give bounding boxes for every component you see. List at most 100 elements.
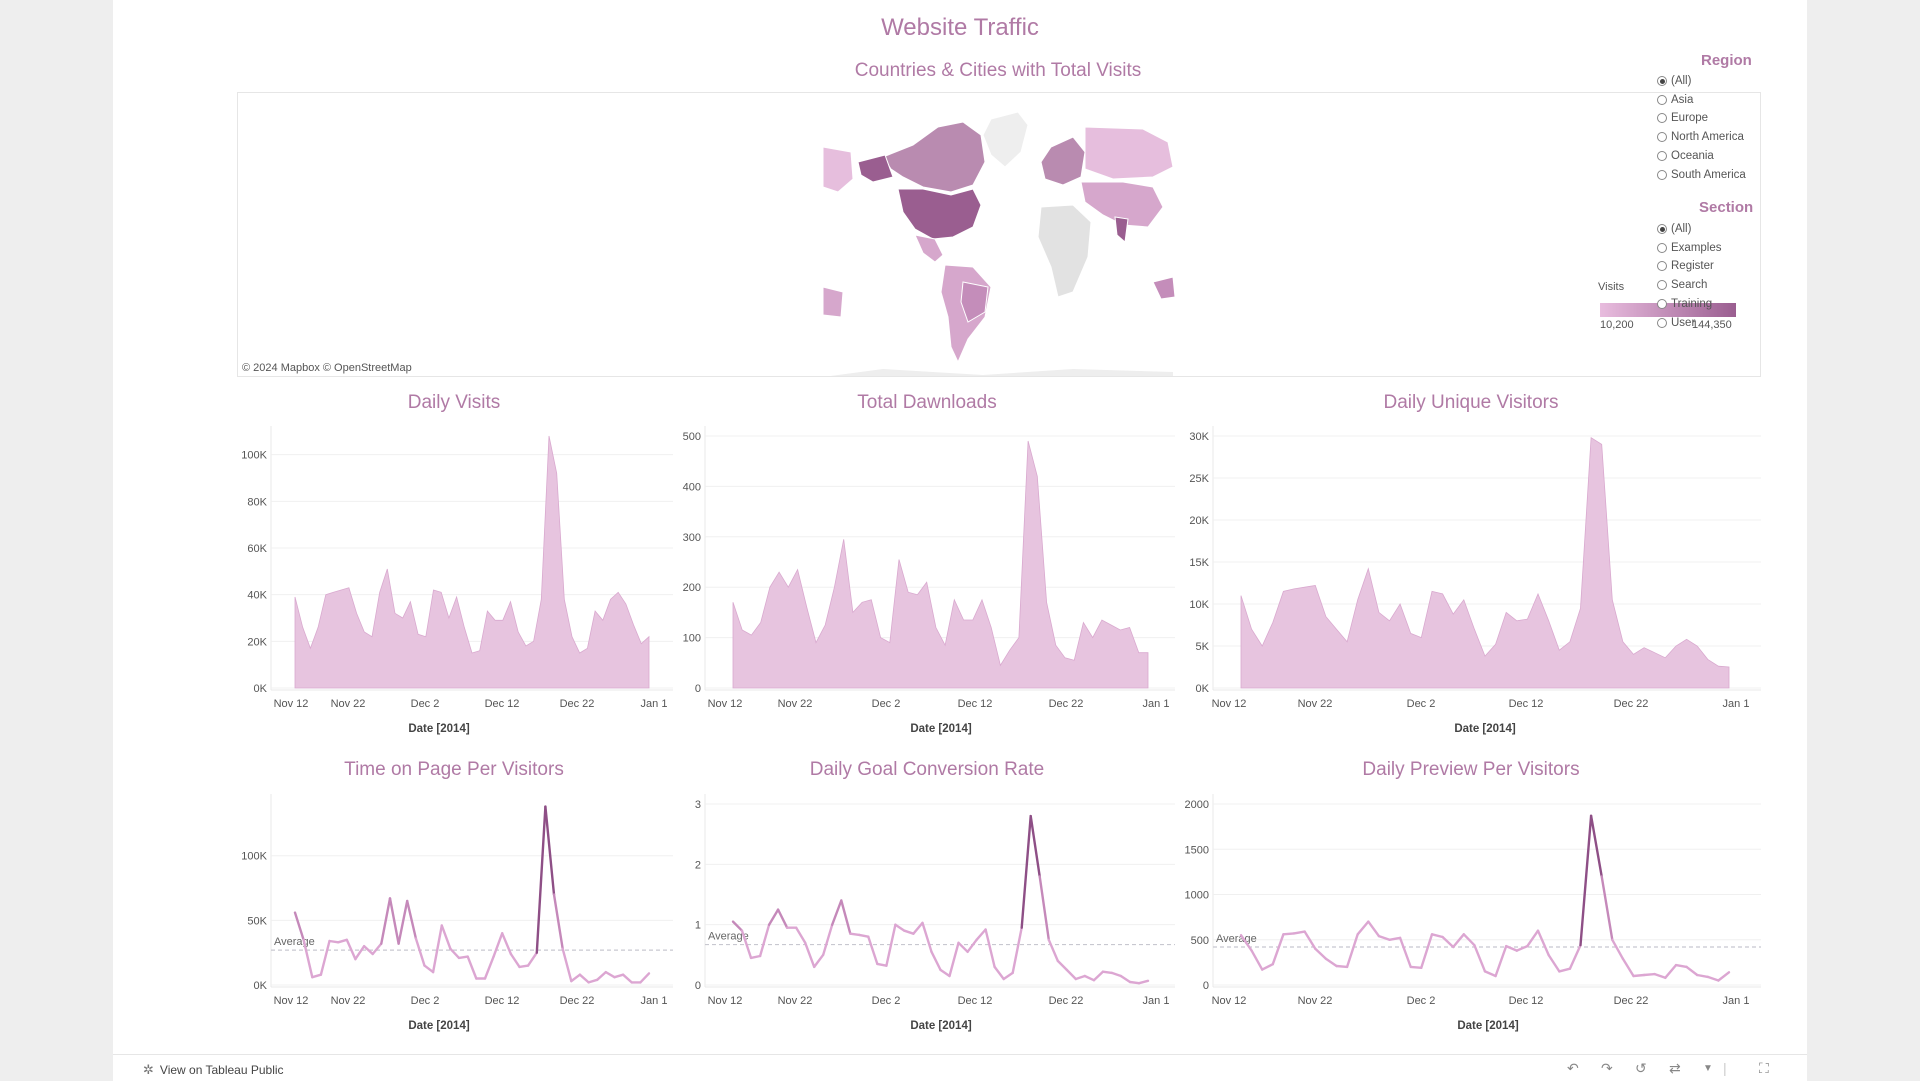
- revert-icon[interactable]: ↺: [1635, 1060, 1647, 1077]
- y-tick-label: 60K: [247, 543, 267, 555]
- line-segment: [1708, 977, 1719, 981]
- line-segment: [1400, 938, 1411, 967]
- dashboard-canvas: Website Traffic Countries & Cities with …: [113, 0, 1807, 1080]
- line-segment: [425, 966, 434, 973]
- x-tick-label: Nov 12: [274, 995, 309, 1007]
- line-segment: [1655, 974, 1666, 978]
- fullscreen-icon[interactable]: ⛶: [1759, 1060, 1769, 1077]
- line-segment: [1443, 937, 1454, 947]
- y-tick-label: 80K: [247, 496, 267, 508]
- x-tick-label: Dec 2: [1407, 995, 1436, 1007]
- y-tick-label: 25K: [1189, 473, 1209, 485]
- x-tick-label: Dec 22: [560, 995, 595, 1007]
- y-tick-label: 500: [1191, 935, 1209, 947]
- line-segment: [923, 923, 932, 952]
- redo-icon[interactable]: ↷: [1601, 1060, 1613, 1077]
- y-tick-label: 100K: [241, 851, 267, 863]
- line-segment: [502, 933, 511, 954]
- undo-icon[interactable]: ↶: [1567, 1060, 1579, 1077]
- line-segment: [1411, 967, 1422, 968]
- y-tick-label: 1000: [1185, 890, 1209, 902]
- line-segment: [580, 975, 589, 983]
- line-segment: [1432, 934, 1443, 937]
- line-segment: [841, 901, 850, 934]
- x-tick-label: Jan 1: [641, 698, 668, 710]
- line-segment: [1549, 955, 1560, 971]
- line-segment: [1527, 931, 1538, 946]
- x-tick-label: Dec 2: [872, 698, 901, 710]
- line-segment: [1094, 972, 1103, 981]
- x-tick-label: Nov 12: [1212, 995, 1247, 1007]
- line-segment: [1262, 964, 1273, 969]
- line-segment: [751, 956, 760, 958]
- y-tick-label: 10K: [1189, 599, 1209, 611]
- line-segment: [1570, 945, 1581, 969]
- line-segment: [511, 954, 520, 967]
- x-tick-label: Nov 22: [778, 698, 813, 710]
- y-tick-label: 500: [683, 431, 701, 443]
- line-segment: [904, 931, 913, 934]
- line-segment: [1058, 961, 1067, 970]
- line-segment: [1538, 931, 1549, 955]
- x-tick-label: Dec 2: [872, 995, 901, 1007]
- line-segment: [312, 975, 321, 978]
- line-segment: [1358, 922, 1369, 935]
- x-axis-label: Date [2014]: [1457, 1020, 1519, 1032]
- view-on-tableau-link[interactable]: ✲ View on Tableau Public: [143, 1062, 284, 1078]
- line-segment: [1347, 934, 1358, 967]
- line-segment: [597, 972, 606, 980]
- line-segment: [1112, 973, 1121, 976]
- chart-daily-visits: 0K20K40K60K80K100KNov 12Nov 22Dec 2Dec 1…: [241, 426, 673, 735]
- line-segment: [399, 901, 408, 944]
- y-tick-label: 3: [695, 799, 701, 811]
- line-segment: [407, 901, 416, 939]
- line-segment: [1294, 932, 1305, 934]
- x-tick-label: Dec 22: [1614, 698, 1649, 710]
- y-tick-label: 50K: [247, 915, 267, 927]
- y-tick-label: 2000: [1185, 799, 1209, 811]
- tableau-icon: ✲: [143, 1062, 154, 1078]
- line-segment: [950, 943, 959, 976]
- x-tick-label: Nov 22: [1298, 698, 1333, 710]
- line-segment: [877, 964, 886, 966]
- x-tick-label: Dec 2: [1407, 698, 1436, 710]
- x-tick-label: Nov 22: [331, 698, 366, 710]
- x-tick-label: Dec 2: [411, 995, 440, 1007]
- charts-layer[interactable]: 0K20K40K60K80K100KNov 12Nov 22Dec 2Dec 1…: [113, 0, 1807, 1054]
- line-segment: [1273, 934, 1284, 964]
- x-tick-label: Jan 1: [641, 995, 668, 1007]
- y-tick-label: 0K: [1196, 683, 1210, 695]
- footer-toolbar: ✲ View on Tableau Public ↶ ↷ ↺ ⇄ ▼ | ⛶: [113, 1054, 1807, 1081]
- x-axis-label: Date [2014]: [408, 723, 470, 735]
- line-segment: [459, 957, 468, 958]
- x-tick-label: Nov 12: [1212, 698, 1247, 710]
- x-tick-label: Dec 22: [1614, 995, 1649, 1007]
- x-tick-label: Dec 12: [1509, 698, 1544, 710]
- line-segment: [485, 957, 494, 979]
- area-series: [295, 436, 649, 688]
- x-tick-label: Dec 12: [485, 995, 520, 1007]
- line-segment: [1022, 816, 1031, 928]
- y-tick-label: 0: [1203, 980, 1209, 992]
- line-segment: [1676, 965, 1687, 967]
- line-segment: [932, 952, 941, 970]
- line-segment: [1337, 966, 1348, 967]
- x-tick-label: Jan 1: [1723, 995, 1750, 1007]
- chevron-down-icon[interactable]: ▼: [1703, 1063, 1713, 1074]
- y-tick-label: 100K: [241, 450, 267, 462]
- line-segment: [1049, 940, 1058, 961]
- line-segment: [769, 910, 778, 925]
- x-tick-label: Jan 1: [1143, 995, 1170, 1007]
- share-icon[interactable]: ⇄: [1669, 1060, 1681, 1077]
- line-segment: [1687, 967, 1698, 975]
- line-segment: [1718, 972, 1729, 980]
- line-segment: [995, 967, 1004, 979]
- line-segment: [859, 935, 868, 937]
- line-segment: [977, 930, 986, 940]
- line-segment: [1602, 876, 1613, 939]
- line-segment: [381, 898, 390, 943]
- line-segment: [1085, 976, 1094, 980]
- line-segment: [545, 807, 554, 895]
- line-segment: [733, 922, 742, 931]
- chart-goal-conversion: 0123Nov 12Nov 22Dec 2Dec 12Dec 22Jan 1Da…: [695, 794, 1175, 1032]
